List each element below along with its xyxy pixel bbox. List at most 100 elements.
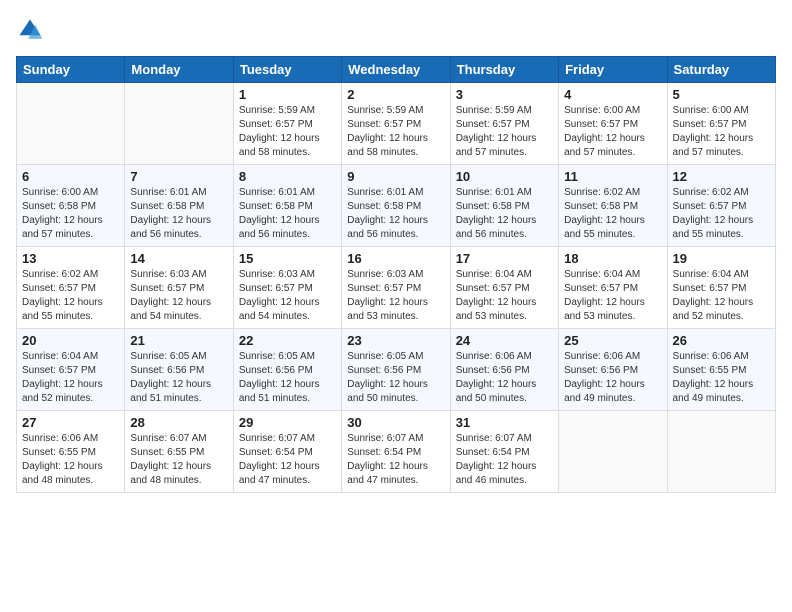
calendar-cell-w4-d4: 23 Sunrise: 6:05 AMSunset: 6:56 PMDayligh… <box>342 329 450 411</box>
day-number: 30 <box>347 415 444 430</box>
calendar-cell-w5-d4: 30 Sunrise: 6:07 AMSunset: 6:54 PMDayligh… <box>342 411 450 493</box>
weekday-thursday: Thursday <box>450 57 558 83</box>
calendar-body: 1 Sunrise: 5:59 AMSunset: 6:57 PMDaylight… <box>17 83 776 493</box>
day-number: 5 <box>673 87 770 102</box>
day-info: Sunrise: 6:03 AMSunset: 6:57 PMDaylight:… <box>347 268 444 324</box>
weekday-wednesday: Wednesday <box>342 57 450 83</box>
day-info: Sunrise: 6:01 AMSunset: 6:58 PMDaylight:… <box>130 186 227 242</box>
day-info: Sunrise: 6:07 AMSunset: 6:54 PMDaylight:… <box>456 432 553 488</box>
calendar-cell-w3-d5: 17 Sunrise: 6:04 AMSunset: 6:57 PMDayligh… <box>450 247 558 329</box>
day-info: Sunrise: 6:06 AMSunset: 6:55 PMDaylight:… <box>22 432 119 488</box>
day-info: Sunrise: 6:06 AMSunset: 6:55 PMDaylight:… <box>673 350 770 406</box>
calendar-cell-w1-d1 <box>17 83 125 165</box>
day-info: Sunrise: 6:07 AMSunset: 6:54 PMDaylight:… <box>347 432 444 488</box>
day-number: 2 <box>347 87 444 102</box>
calendar-cell-w3-d1: 13 Sunrise: 6:02 AMSunset: 6:57 PMDayligh… <box>17 247 125 329</box>
day-info: Sunrise: 5:59 AMSunset: 6:57 PMDaylight:… <box>347 104 444 160</box>
day-number: 23 <box>347 333 444 348</box>
calendar-cell-w3-d3: 15 Sunrise: 6:03 AMSunset: 6:57 PMDayligh… <box>233 247 341 329</box>
calendar-cell-w2-d5: 10 Sunrise: 6:01 AMSunset: 6:58 PMDayligh… <box>450 165 558 247</box>
day-number: 12 <box>673 169 770 184</box>
calendar-week-3: 13 Sunrise: 6:02 AMSunset: 6:57 PMDayligh… <box>17 247 776 329</box>
calendar-header: SundayMondayTuesdayWednesdayThursdayFrid… <box>17 57 776 83</box>
day-info: Sunrise: 5:59 AMSunset: 6:57 PMDaylight:… <box>456 104 553 160</box>
page-header <box>16 16 776 44</box>
calendar-cell-w5-d1: 27 Sunrise: 6:06 AMSunset: 6:55 PMDayligh… <box>17 411 125 493</box>
day-number: 8 <box>239 169 336 184</box>
calendar-cell-w4-d2: 21Sunrise: 6:05 AMSunset: 6:56 PMDayligh… <box>125 329 233 411</box>
calendar-cell-w5-d6 <box>559 411 667 493</box>
day-info: Sunrise: 6:05 AMSunset: 6:56 PMDaylight:… <box>130 350 227 406</box>
calendar-cell-w3-d2: 14 Sunrise: 6:03 AMSunset: 6:57 PMDayligh… <box>125 247 233 329</box>
day-number: 27 <box>22 415 119 430</box>
day-number: 11 <box>564 169 661 184</box>
calendar-cell-w2-d4: 9 Sunrise: 6:01 AMSunset: 6:58 PMDaylight… <box>342 165 450 247</box>
day-number: 25 <box>564 333 661 348</box>
day-info: Sunrise: 6:06 AMSunset: 6:56 PMDaylight:… <box>564 350 661 406</box>
day-number: 9 <box>347 169 444 184</box>
day-info: Sunrise: 6:02 AMSunset: 6:57 PMDaylight:… <box>22 268 119 324</box>
day-info: Sunrise: 6:01 AMSunset: 6:58 PMDaylight:… <box>239 186 336 242</box>
weekday-monday: Monday <box>125 57 233 83</box>
calendar-cell-w4-d6: 25 Sunrise: 6:06 AMSunset: 6:56 PMDayligh… <box>559 329 667 411</box>
day-number: 14 <box>130 251 227 266</box>
calendar-cell-w1-d2 <box>125 83 233 165</box>
calendar-cell-w2-d2: 7 Sunrise: 6:01 AMSunset: 6:58 PMDaylight… <box>125 165 233 247</box>
calendar-week-5: 27 Sunrise: 6:06 AMSunset: 6:55 PMDayligh… <box>17 411 776 493</box>
day-info: Sunrise: 6:00 AMSunset: 6:57 PMDaylight:… <box>673 104 770 160</box>
calendar-cell-w2-d1: 6 Sunrise: 6:00 AMSunset: 6:58 PMDaylight… <box>17 165 125 247</box>
day-number: 28 <box>130 415 227 430</box>
day-number: 7 <box>130 169 227 184</box>
calendar-cell-w5-d5: 31 Sunrise: 6:07 AMSunset: 6:54 PMDayligh… <box>450 411 558 493</box>
calendar-week-1: 1 Sunrise: 5:59 AMSunset: 6:57 PMDaylight… <box>17 83 776 165</box>
day-info: Sunrise: 6:03 AMSunset: 6:57 PMDaylight:… <box>239 268 336 324</box>
calendar-cell-w4-d3: 22Sunrise: 6:05 AMSunset: 6:56 PMDayligh… <box>233 329 341 411</box>
day-info: Sunrise: 6:05 AMSunset: 6:56 PMDaylight:… <box>239 350 336 406</box>
calendar-cell-w3-d6: 18Sunrise: 6:04 AMSunset: 6:57 PMDayligh… <box>559 247 667 329</box>
calendar-table: SundayMondayTuesdayWednesdayThursdayFrid… <box>16 56 776 493</box>
day-info: Sunrise: 6:01 AMSunset: 6:58 PMDaylight:… <box>347 186 444 242</box>
day-info: Sunrise: 6:04 AMSunset: 6:57 PMDaylight:… <box>673 268 770 324</box>
calendar-cell-w2-d3: 8 Sunrise: 6:01 AMSunset: 6:58 PMDaylight… <box>233 165 341 247</box>
day-info: Sunrise: 6:01 AMSunset: 6:58 PMDaylight:… <box>456 186 553 242</box>
day-number: 17 <box>456 251 553 266</box>
calendar-cell-w5-d2: 28 Sunrise: 6:07 AMSunset: 6:55 PMDayligh… <box>125 411 233 493</box>
day-number: 4 <box>564 87 661 102</box>
day-info: Sunrise: 6:07 AMSunset: 6:54 PMDaylight:… <box>239 432 336 488</box>
weekday-friday: Friday <box>559 57 667 83</box>
day-info: Sunrise: 6:00 AMSunset: 6:58 PMDaylight:… <box>22 186 119 242</box>
calendar-cell-w1-d7: 5 Sunrise: 6:00 AMSunset: 6:57 PMDaylight… <box>667 83 775 165</box>
calendar-cell-w1-d3: 1 Sunrise: 5:59 AMSunset: 6:57 PMDaylight… <box>233 83 341 165</box>
day-number: 16 <box>347 251 444 266</box>
day-number: 13 <box>22 251 119 266</box>
day-info: Sunrise: 6:06 AMSunset: 6:56 PMDaylight:… <box>456 350 553 406</box>
day-number: 19 <box>673 251 770 266</box>
calendar-cell-w4-d1: 20Sunrise: 6:04 AMSunset: 6:57 PMDayligh… <box>17 329 125 411</box>
calendar-cell-w4-d7: 26Sunrise: 6:06 AMSunset: 6:55 PMDayligh… <box>667 329 775 411</box>
calendar-cell-w1-d4: 2 Sunrise: 5:59 AMSunset: 6:57 PMDaylight… <box>342 83 450 165</box>
calendar-cell-w3-d7: 19 Sunrise: 6:04 AMSunset: 6:57 PMDayligh… <box>667 247 775 329</box>
calendar-cell-w2-d6: 11 Sunrise: 6:02 AMSunset: 6:58 PMDayligh… <box>559 165 667 247</box>
day-info: Sunrise: 6:02 AMSunset: 6:58 PMDaylight:… <box>564 186 661 242</box>
day-number: 1 <box>239 87 336 102</box>
calendar-cell-w2-d7: 12Sunrise: 6:02 AMSunset: 6:57 PMDayligh… <box>667 165 775 247</box>
day-info: Sunrise: 6:05 AMSunset: 6:56 PMDaylight:… <box>347 350 444 406</box>
day-info: Sunrise: 6:04 AMSunset: 6:57 PMDaylight:… <box>564 268 661 324</box>
day-number: 3 <box>456 87 553 102</box>
weekday-sunday: Sunday <box>17 57 125 83</box>
day-info: Sunrise: 5:59 AMSunset: 6:57 PMDaylight:… <box>239 104 336 160</box>
weekday-header-row: SundayMondayTuesdayWednesdayThursdayFrid… <box>17 57 776 83</box>
calendar-cell-w5-d7 <box>667 411 775 493</box>
calendar-week-2: 6 Sunrise: 6:00 AMSunset: 6:58 PMDaylight… <box>17 165 776 247</box>
calendar-cell-w1-d6: 4Sunrise: 6:00 AMSunset: 6:57 PMDaylight… <box>559 83 667 165</box>
day-info: Sunrise: 6:04 AMSunset: 6:57 PMDaylight:… <box>22 350 119 406</box>
day-info: Sunrise: 6:03 AMSunset: 6:57 PMDaylight:… <box>130 268 227 324</box>
day-number: 10 <box>456 169 553 184</box>
day-info: Sunrise: 6:04 AMSunset: 6:57 PMDaylight:… <box>456 268 553 324</box>
day-info: Sunrise: 6:07 AMSunset: 6:55 PMDaylight:… <box>130 432 227 488</box>
day-number: 31 <box>456 415 553 430</box>
logo-icon <box>16 16 44 44</box>
day-number: 15 <box>239 251 336 266</box>
day-number: 24 <box>456 333 553 348</box>
day-number: 6 <box>22 169 119 184</box>
